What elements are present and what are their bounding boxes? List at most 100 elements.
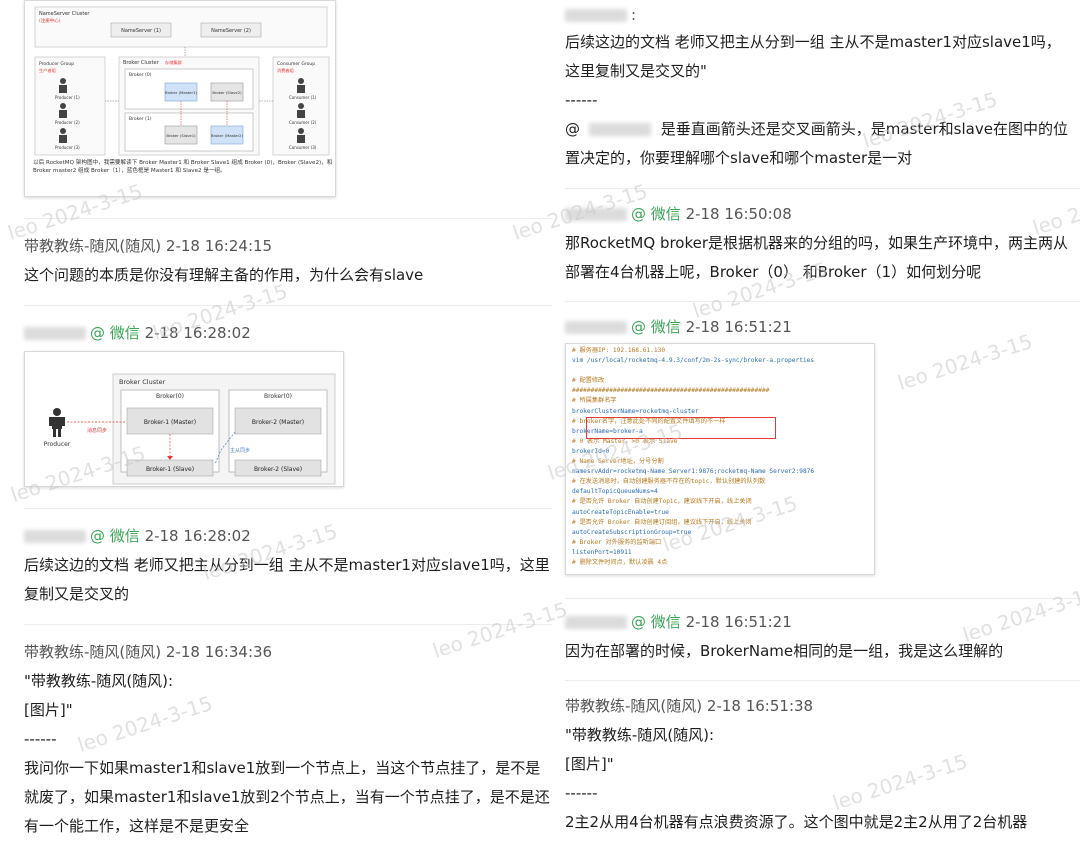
- code-line: brokerClusterName=rocketmq-cluster: [572, 407, 699, 415]
- quote-divider: ------: [24, 730, 57, 748]
- message-time: 2-18 16:28:02: [144, 527, 251, 545]
- message-coach-1: 带教教练-随风(随风) 2-18 16:24:15 这个问题的本质是你没有理解主…: [24, 235, 544, 290]
- code-line: listenPort=10911: [572, 548, 632, 556]
- message-text: 那RocketMQ broker是根据机器来的分组的吗，如果生产环境中，两主两从…: [565, 234, 1069, 281]
- broker1-slave: Broker-1 (Slave): [146, 466, 194, 473]
- producer-label: Producer: [44, 441, 71, 448]
- separator: [24, 218, 552, 219]
- separator: [24, 508, 552, 509]
- broker1-master: Broker-1 (Master): [144, 419, 196, 426]
- consumer-group-label: Consumer Group: [277, 61, 315, 67]
- blurred-mention: [588, 123, 651, 136]
- broker-cluster-svg: Broker Cluster Broker(0) Broker(0) Broke…: [44, 373, 336, 485]
- separator: [24, 305, 552, 306]
- code-line: # 在发送消息时，自动创建服务器不存在的topic，默认创建的队列数: [572, 478, 766, 486]
- blurred-username: [24, 327, 86, 340]
- message-time: 2-18 16:28:02: [144, 324, 251, 342]
- message-coach-2: 带教教练-随风(随风) 2-18 16:34:36 "带教教练-随风(随风): …: [24, 641, 552, 841]
- separator: [24, 624, 552, 625]
- message-source: @ 微信: [631, 613, 681, 631]
- separator: [565, 598, 1080, 599]
- code-line: defaultTopicQueueNums=4: [572, 488, 658, 496]
- broker-cluster-sub: 存储集群: [165, 59, 183, 66]
- message-source: @ 微信: [631, 205, 681, 223]
- quote-line-1: "带教教练-随风(随风):: [24, 672, 174, 690]
- architecture-diagram-image[interactable]: NameServer Cluster (注册中心) NameServer (1)…: [24, 0, 336, 197]
- producer-3: Producer (3): [55, 145, 80, 150]
- message-source: @ 微信: [90, 324, 140, 342]
- producer-1: Producer (1): [55, 95, 80, 100]
- message-student-2: @ 微信 2-18 16:28:02 后续这边的文档 老师又把主从分到一组 主从…: [24, 525, 552, 609]
- code-line: namesrvAddr=rocketmq-Name Server1:9876;r…: [572, 468, 815, 476]
- quote-divider: ------: [565, 91, 598, 109]
- message-header: :: [565, 4, 1075, 26]
- message-time: 2-18 16:51:21: [685, 613, 792, 631]
- message-header: @ 微信 2-18 16:51:21: [565, 316, 1075, 338]
- message-text: 2主2从用4台机器有点浪费资源了。这个图中就是2主2从用了2台机器: [565, 813, 1028, 831]
- code-line: # Broker 对外服务的监听端口: [572, 538, 662, 546]
- blurred-username: [565, 9, 627, 22]
- sender-name: 带教教练-随风(随风): [24, 643, 162, 661]
- code-line: # 配置修改: [572, 377, 605, 385]
- blurred-username: [565, 616, 627, 629]
- config-code-block: # 服务器IP: 192.168.61.130 vim /usr/local/ro…: [572, 346, 874, 568]
- message-text: 后续这边的文档 老师又把主从分到一组 主从不是master1对应slave1吗，…: [24, 556, 550, 603]
- nameserver-2: NameServer (2): [211, 28, 251, 34]
- quote-line-1: "带教教练-随风(随风):: [565, 726, 715, 744]
- broker-cluster-diagram-image[interactable]: Broker Cluster Broker(0) Broker(0) Broke…: [24, 351, 344, 487]
- quoted-text: 后续这边的文档 老师又把主从分到一组 主从不是master1对应slave1吗，…: [565, 33, 1061, 80]
- broker2-slave: Broker-2 (Slave): [254, 466, 302, 473]
- code-line: # 删除文件时间点，默认凌晨 4点: [572, 558, 668, 566]
- code-line: autoCreateTopicEnable=true: [572, 508, 669, 516]
- broker2-master: Broker-2 (Master): [252, 419, 304, 426]
- message-header: 带教教练-随风(随风) 2-18 16:24:15: [24, 235, 544, 257]
- consumer-group-sub: 消费者组: [277, 67, 294, 74]
- message-coach-reply: : 后续这边的文档 老师又把主从分到一组 主从不是master1对应slave1…: [565, 4, 1075, 173]
- consumer-2: Consumer (2): [289, 120, 317, 125]
- code-line: # 是否允许 Broker 自动创建Topic，建议线下开启，线上关闭: [572, 498, 752, 506]
- message-coach-3: 带教教练-随风(随风) 2-18 16:51:38 "带教教练-随风(随风): …: [565, 695, 1075, 837]
- code-line: # 是否允许 Broker 自动创建订阅组，建议线下开启，线上关闭: [572, 518, 752, 526]
- producer-2: Producer (2): [55, 120, 80, 125]
- message-student-1: @ 微信 2-18 16:28:02: [24, 322, 544, 344]
- quote-divider: ------: [565, 784, 598, 802]
- message-source: @ 微信: [631, 318, 681, 336]
- message-time: 2-18 16:34:36: [165, 643, 273, 661]
- broker-0-label: Broker (0): [129, 72, 152, 78]
- broker-master1: Broker (Master1): [165, 90, 197, 95]
- code-line: # Name Server地址，分号分割: [572, 458, 664, 466]
- separator: [565, 188, 1080, 189]
- config-code-image[interactable]: # 服务器IP: 192.168.61.130 vim /usr/local/ro…: [565, 343, 875, 575]
- blurred-username: [565, 321, 627, 334]
- send-label: 消息同步: [87, 427, 107, 434]
- message-text: 这个问题的本质是你没有理解主备的作用，为什么会有slave: [24, 266, 424, 284]
- message-header: @ 微信 2-18 16:51:21: [565, 611, 1075, 633]
- mention-at: @: [565, 120, 580, 138]
- code-line: vim /usr/local/rocketmq-4.9.3/conf/2m-2s…: [572, 357, 815, 365]
- message-time: 2-18 16:24:15: [165, 237, 273, 255]
- message-time: 2-18 16:51:21: [685, 318, 792, 336]
- nameserver-sub-label: (注册中心): [39, 17, 61, 24]
- broker-cluster-label: Broker Cluster: [123, 60, 160, 66]
- separator: [565, 680, 1080, 681]
- broker-cluster-title: Broker Cluster: [119, 378, 166, 386]
- message-header: @ 微信 2-18 16:28:02: [24, 525, 552, 547]
- message-student-4: @ 微信 2-18 16:51:21: [565, 316, 1075, 338]
- broker0-title: Broker(0): [156, 393, 184, 400]
- architecture-diagram-svg: NameServer Cluster (注册中心) NameServer (1)…: [33, 6, 332, 174]
- message-time: 2-18 16:50:08: [685, 205, 792, 223]
- broker-slave1: Broker (Slave1): [166, 133, 196, 138]
- message-text: @ 是垂直画箭头还是交叉画箭头，是master和slave在图中的位置决定的，你…: [565, 115, 1075, 173]
- quote-line-2: [图片]": [24, 701, 73, 719]
- header-colon: :: [631, 6, 637, 24]
- sync-label: 主从同步: [230, 447, 250, 454]
- nameserver-1: NameServer (1): [121, 28, 161, 34]
- message-text: 我问你一下如果master1和slave1放到一个节点上，当这个节点挂了，是不是…: [24, 759, 550, 835]
- nameserver-cluster-label: NameServer Cluster: [39, 11, 90, 17]
- broker-slave2: Broker (Slave2): [212, 90, 242, 95]
- message-student-5: @ 微信 2-18 16:51:21 因为在部署的时候，BrokerName相同…: [565, 611, 1075, 666]
- code-line: # 服务器IP: 192.168.61.130: [572, 347, 666, 354]
- blurred-username: [24, 530, 86, 543]
- producer-group-label: Producer Group: [39, 61, 74, 67]
